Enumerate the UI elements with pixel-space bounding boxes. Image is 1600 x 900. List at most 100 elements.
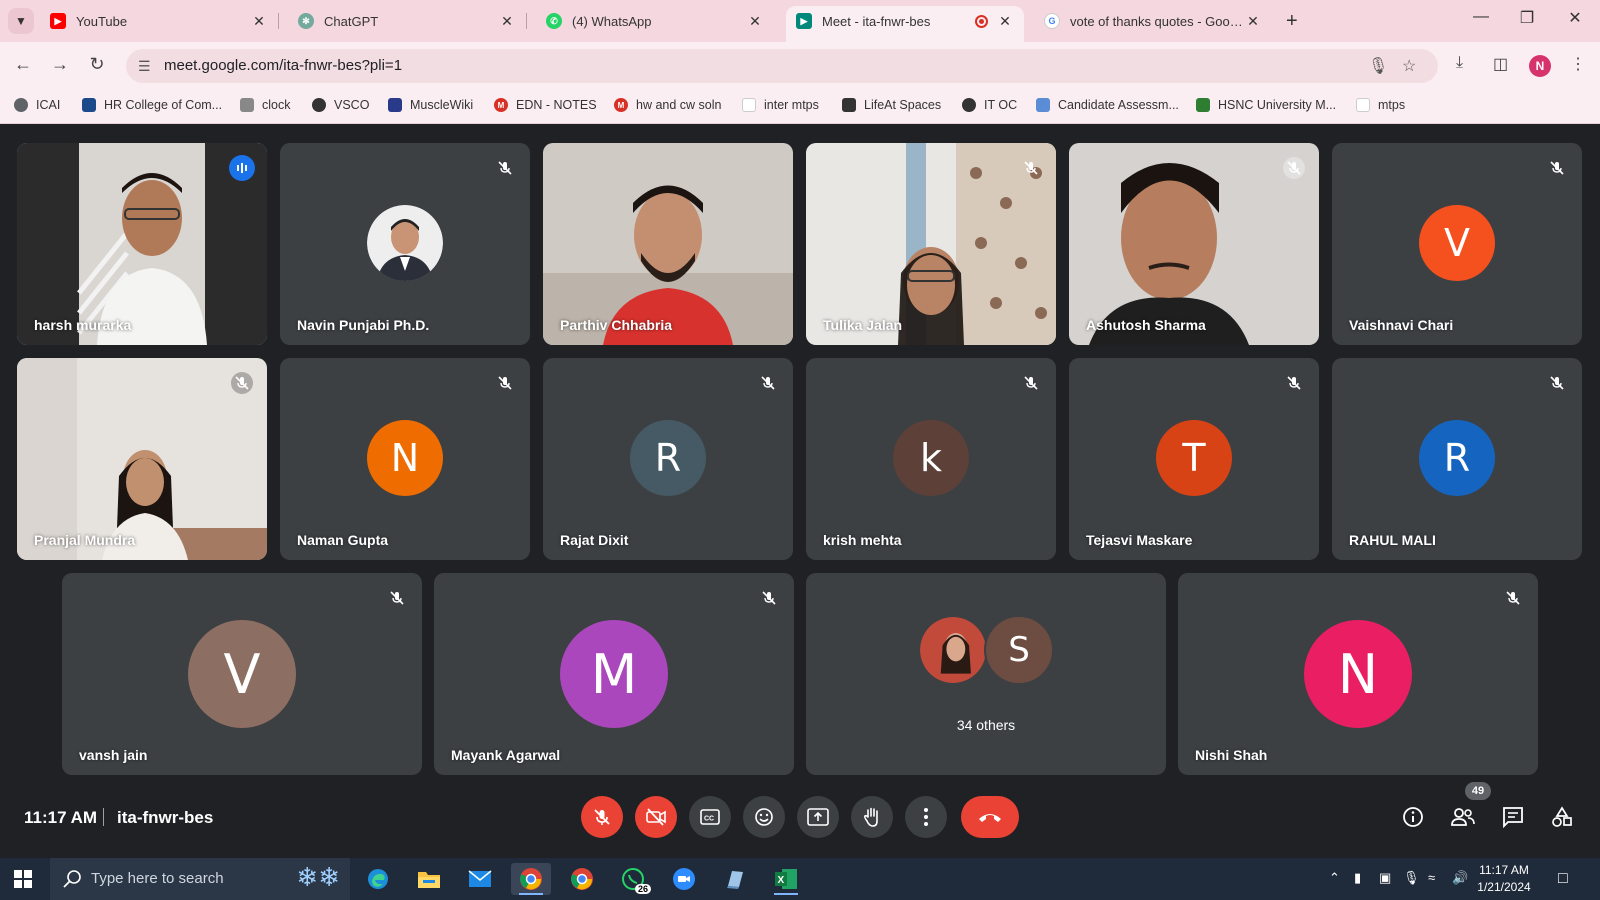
participant-tile[interactable]: Pranjal Mundra [17, 358, 267, 560]
participant-tile[interactable]: Parthiv Chhabria [543, 143, 793, 345]
address-bar[interactable]: ☰ meet.google.com/ita-fnwr-bes?pli=1 🎙 ☆ [126, 49, 1438, 83]
participant-tile[interactable]: R RAHUL MALI [1332, 358, 1582, 560]
chat-button[interactable] [1500, 804, 1526, 830]
bookmark-hsnc-university[interactable]: HSNC University M... [1196, 98, 1336, 112]
participant-tile[interactable]: N Naman Gupta [280, 358, 530, 560]
back-icon[interactable]: ← [11, 54, 35, 75]
participant-tile[interactable]: T Tejasvi Maskare [1069, 358, 1319, 560]
camera-toggle-button[interactable] [635, 796, 677, 838]
bookmark-mtps[interactable]: mtps [1356, 98, 1405, 112]
reload-icon[interactable]: ↻ [85, 54, 109, 75]
people-icon [1451, 808, 1475, 826]
mic-off-icon [758, 587, 780, 609]
participant-tile[interactable]: Navin Punjabi Ph.D. [280, 143, 530, 345]
participant-video [1069, 143, 1319, 345]
mic-off-icon [1502, 587, 1524, 609]
bookmark-icai[interactable]: ICAI [14, 98, 60, 112]
emoji-reaction-button[interactable] [743, 796, 785, 838]
battery-icon[interactable]: ▮ [1354, 870, 1361, 886]
window-close-icon[interactable]: ✕ [1552, 8, 1598, 28]
close-icon[interactable]: ✕ [746, 13, 764, 30]
taskbar-search-box[interactable]: Type here to search ❄❄ [50, 858, 350, 900]
participant-tile[interactable]: V vansh jain [62, 573, 422, 775]
menu-icon[interactable]: ⋮ [1570, 54, 1586, 74]
bookmark-label: LifeAt Spaces [864, 98, 942, 112]
taskbar-app-file-explorer[interactable] [409, 863, 449, 895]
close-icon[interactable]: ✕ [996, 13, 1014, 30]
captions-button[interactable]: CC [689, 796, 731, 838]
taskbar-app-excel[interactable]: X [766, 863, 806, 895]
meet-now-icon[interactable]: ▣ [1379, 870, 1391, 886]
bookmark-inter-mtps[interactable]: inter mtps [742, 98, 819, 112]
close-icon[interactable]: ✕ [498, 13, 516, 30]
bookmark-star-icon[interactable]: ☆ [1402, 56, 1416, 76]
taskbar-app-chrome[interactable] [562, 863, 602, 895]
tab-youtube[interactable]: ▶ YouTube ✕ [40, 6, 279, 36]
microphone-icon[interactable]: 🎙 [1368, 56, 1388, 76]
tab-whatsapp[interactable]: ✆ (4) WhatsApp ✕ [536, 6, 774, 36]
edge-icon [368, 869, 388, 889]
participant-tile[interactable]: Tulika Jalan [806, 143, 1056, 345]
others-tile[interactable]: S 34 others [806, 573, 1166, 775]
mic-off-icon [594, 809, 610, 825]
mail-icon [468, 870, 492, 887]
mic-off-icon [494, 157, 516, 179]
bookmark-candidate-assessment[interactable]: Candidate Assessm... [1036, 98, 1179, 112]
microphone-icon[interactable]: 🎙 [1403, 870, 1420, 886]
present-screen-button[interactable] [797, 796, 839, 838]
new-tab-button[interactable]: + [1286, 10, 1298, 33]
tab-title: vote of thanks quotes - Google [1070, 13, 1244, 29]
bookmark-musclewiki[interactable]: MuscleWiki [388, 98, 473, 112]
search-icon [63, 870, 81, 888]
site-info-icon[interactable]: ☰ [138, 58, 151, 75]
participant-tile[interactable]: R Rajat Dixit [543, 358, 793, 560]
participant-name: Navin Punjabi Ph.D. [297, 317, 430, 333]
volume-icon[interactable]: 🔊 [1452, 870, 1468, 886]
close-icon[interactable]: ✕ [1244, 13, 1262, 30]
mic-toggle-button[interactable] [581, 796, 623, 838]
taskbar-app-edge[interactable] [358, 863, 398, 895]
tab-meet[interactable]: ▶ Meet - ita-fnwr-bes ✕ [786, 6, 1024, 42]
participant-name: Naman Gupta [297, 532, 389, 548]
close-icon[interactable]: ✕ [250, 13, 268, 30]
side-panel-icon[interactable]: ◫ [1493, 54, 1508, 74]
bookmark-edn-notes[interactable]: M EDN - NOTES [494, 98, 597, 112]
wifi-icon[interactable]: ≈ [1428, 870, 1435, 885]
activities-button[interactable] [1549, 804, 1575, 830]
taskbar-app-zoom[interactable] [664, 863, 704, 895]
participant-tile[interactable]: N Nishi Shah [1178, 573, 1538, 775]
taskbar-app-notes[interactable] [715, 863, 755, 895]
end-call-button[interactable] [961, 796, 1019, 838]
raise-hand-button[interactable] [851, 796, 893, 838]
participant-tile[interactable]: Ashutosh Sharma [1069, 143, 1319, 345]
participant-tile[interactable]: k krish mehta [806, 358, 1056, 560]
tab-search-button[interactable]: ▼ [8, 8, 34, 34]
taskbar-clock[interactable]: 11:17 AM 1/21/2024 [1468, 862, 1540, 896]
people-button[interactable] [1450, 804, 1476, 830]
download-icon[interactable]: ⤓ [1456, 54, 1463, 72]
tab-chatgpt[interactable]: ✻ ChatGPT ✕ [288, 6, 527, 36]
participant-tile[interactable]: V Vaishnavi Chari [1332, 143, 1582, 345]
restore-icon[interactable]: ❐ [1504, 8, 1550, 28]
taskbar-app-chrome-active[interactable] [511, 863, 551, 895]
profile-avatar[interactable]: N [1529, 55, 1551, 77]
participant-tile[interactable]: M Mayank Agarwal [434, 573, 794, 775]
bookmark-vsco[interactable]: VSCO [312, 98, 369, 112]
bookmark-hw-cw-soln[interactable]: Mhw and cw soln [614, 98, 721, 112]
taskbar-app-whatsapp[interactable]: 26 [613, 863, 653, 895]
more-options-button[interactable] [905, 796, 947, 838]
meeting-details-button[interactable] [1400, 804, 1426, 830]
participant-tile[interactable]: harsh murarka [17, 143, 267, 345]
minimize-icon[interactable]: — [1458, 8, 1504, 26]
bookmark-clock[interactable]: clock [240, 98, 290, 112]
show-hidden-icons-icon[interactable]: ⌃ [1329, 870, 1340, 886]
bookmark-lifeat-spaces[interactable]: LifeAt Spaces [842, 98, 941, 112]
windows-start-icon[interactable] [14, 870, 32, 893]
tab-google-search[interactable]: G vote of thanks quotes - Google ✕ [1034, 6, 1272, 36]
notifications-icon[interactable]: □ [1558, 870, 1568, 888]
forward-icon[interactable]: → [48, 54, 72, 75]
bookmark-hr-college[interactable]: HR College of Com... [82, 98, 222, 112]
taskbar-app-mail[interactable] [460, 863, 500, 895]
search-placeholder: Type here to search [91, 870, 224, 887]
bookmark-it-oc[interactable]: IT OC [962, 98, 1017, 112]
